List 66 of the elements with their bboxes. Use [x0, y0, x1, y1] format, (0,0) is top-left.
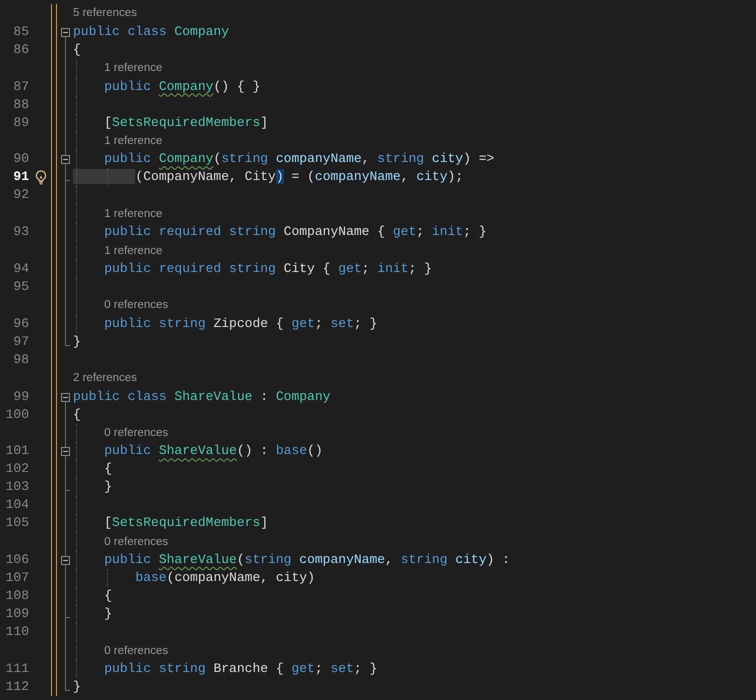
line-number: 110 [4, 623, 30, 642]
line-number: 103 [4, 478, 30, 496]
code-line: public Company(string companyName, string city) => [103, 150, 494, 168]
code-line: } [73, 332, 81, 351]
line-number: 85 [12, 22, 30, 41]
reference-count[interactable]: 0 references [104, 426, 168, 439]
line-number: 97 [12, 332, 30, 351]
reference-count[interactable]: 1 reference [104, 208, 162, 220]
line-number: 107 [4, 569, 30, 588]
line-number: 96 [12, 314, 30, 333]
line-number: 95 [12, 278, 30, 296]
code-line: (CompanyName, City) = (companyName, city); [73, 168, 464, 186]
code-line: public string Branche { get; set; } [103, 660, 378, 678]
line-number: 86 [12, 40, 30, 59]
line-number: 88 [12, 96, 30, 114]
reference-count[interactable]: 1 reference [104, 62, 162, 74]
collapse-icon[interactable] [61, 556, 70, 566]
reference-count[interactable]: 1 reference [104, 134, 162, 147]
code-line: public ShareValue() : base() [103, 442, 323, 460]
line-number: 101 [4, 442, 30, 460]
line-number: 108 [4, 587, 30, 606]
code-line: } [103, 605, 112, 624]
code-line: [SetsRequiredMembers] [103, 114, 268, 132]
reference-count[interactable]: 2 references [73, 372, 137, 384]
code-line: base(companyName, city) [134, 569, 315, 588]
reference-count[interactable]: 1 reference [104, 244, 162, 257]
code-line: public string Zipcode { get; set; } [103, 314, 378, 333]
line-number: 105 [4, 514, 30, 532]
reference-count[interactable]: 0 references [104, 536, 168, 548]
code-line: { [103, 460, 112, 478]
code-line: { [103, 587, 112, 606]
line-number: 89 [12, 114, 30, 132]
line-number: 87 [12, 78, 30, 96]
line-number: 109 [4, 605, 30, 624]
reference-count[interactable]: 0 references [104, 299, 168, 312]
line-number: 92 [12, 186, 30, 204]
line-number: 93 [12, 223, 30, 242]
lightbulb-icon[interactable] [34, 170, 46, 185]
line-number: 91 [12, 168, 30, 186]
line-number: 90 [12, 150, 30, 168]
line-number: 112 [4, 678, 30, 696]
line-number: 100 [4, 406, 30, 424]
line-number: 99 [12, 388, 30, 406]
code-line: [SetsRequiredMembers] [103, 514, 268, 532]
code-line: public class Company [73, 22, 230, 41]
line-number: 111 [4, 660, 30, 678]
code-line: public required string City { get; init; } [103, 260, 432, 278]
code-line: public class ShareValue : Company [73, 388, 330, 406]
code-line: { [73, 40, 81, 59]
code-line: } [73, 678, 81, 696]
collapse-icon[interactable] [61, 155, 70, 164]
reference-count[interactable]: 0 references [104, 644, 168, 657]
code-line: { [73, 406, 81, 424]
collapse-icon[interactable] [61, 447, 70, 456]
code-line: public required string CompanyName { get; init; } [103, 223, 487, 242]
reference-count[interactable]: 5 references [73, 7, 137, 20]
line-number: 94 [12, 260, 30, 278]
line-number: 102 [4, 460, 30, 478]
code-line: } [103, 478, 112, 496]
code-line: public ShareValue(string companyName, string city) : [103, 551, 510, 570]
line-number: 104 [4, 496, 30, 514]
line-number: 98 [12, 350, 30, 369]
collapse-icon[interactable] [61, 392, 70, 402]
code-line: public Company() { } [103, 78, 260, 96]
collapse-icon[interactable] [61, 28, 70, 37]
line-number: 106 [4, 551, 30, 570]
